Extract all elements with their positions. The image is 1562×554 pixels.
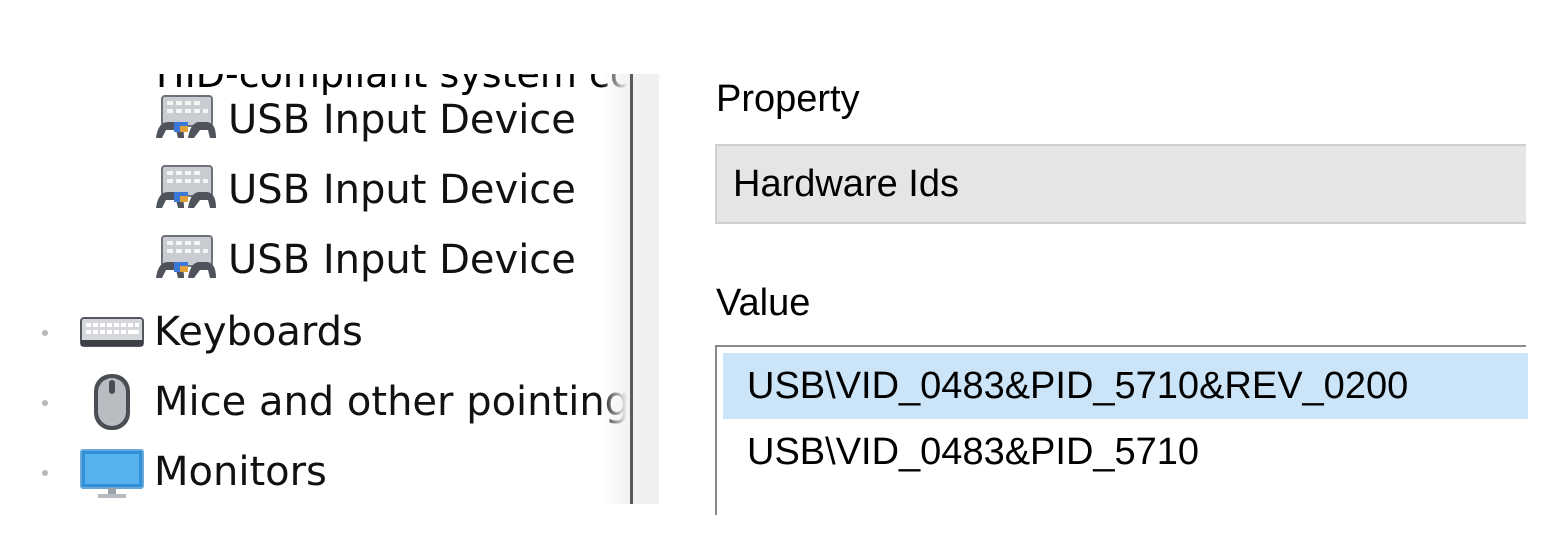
tree-category-monitors[interactable]: Monitors: [80, 440, 327, 504]
properties-dialog-details-tab: Property Hardware Ids Value USB\VID_0483…: [659, 60, 1528, 515]
hid-device-icon: [156, 165, 216, 208]
mouse-icon: [94, 374, 130, 430]
device-manager-window: HID-compliant system controller USB Inpu…: [0, 0, 1562, 554]
list-item-text: USB\VID_0483&PID_5710: [747, 430, 1200, 473]
tree-category-label: Keyboards: [154, 309, 363, 355]
tree-category-label: Monitors: [154, 449, 327, 495]
expand-arrow-icon[interactable]: [42, 400, 48, 406]
tree-item-label: USB Input Device: [228, 97, 576, 143]
list-item[interactable]: USB\VID_0483&PID_5710&REV_0200: [723, 353, 1528, 419]
keyboard-icon: [80, 317, 144, 347]
tree-item-usb-input-device[interactable]: USB Input Device: [154, 88, 576, 152]
value-list[interactable]: USB\VID_0483&PID_5710&REV_0200 USB\VID_0…: [715, 345, 1528, 515]
hid-device-icon: [156, 95, 216, 138]
list-item-text: USB\VID_0483&PID_5710&REV_0200: [747, 364, 1409, 407]
tree-item-label: USB Input Device: [228, 237, 576, 283]
list-item[interactable]: USB\VID_0483&PID_5710: [723, 419, 1528, 485]
window-border: [633, 74, 659, 504]
expand-arrow-icon[interactable]: [42, 470, 48, 476]
tree-item-usb-input-device[interactable]: USB Input Device: [154, 228, 576, 292]
device-tree[interactable]: HID-compliant system controller USB Inpu…: [0, 74, 630, 504]
tree-category-keyboards[interactable]: Keyboards: [80, 300, 363, 364]
property-label: Property: [716, 78, 860, 120]
tree-item-usb-input-device[interactable]: USB Input Device: [154, 158, 576, 222]
monitor-icon: [80, 449, 144, 498]
tree-category-mice[interactable]: Mice and other pointing devices: [80, 370, 630, 434]
value-label: Value: [716, 282, 811, 324]
hid-device-icon: [156, 235, 216, 278]
property-dropdown[interactable]: Hardware Ids: [715, 144, 1526, 224]
expand-arrow-icon[interactable]: [42, 330, 48, 336]
tree-item-label: USB Input Device: [228, 167, 576, 213]
tree-category-label: Mice and other pointing devices: [154, 379, 630, 425]
property-dropdown-value: Hardware Ids: [733, 162, 959, 205]
